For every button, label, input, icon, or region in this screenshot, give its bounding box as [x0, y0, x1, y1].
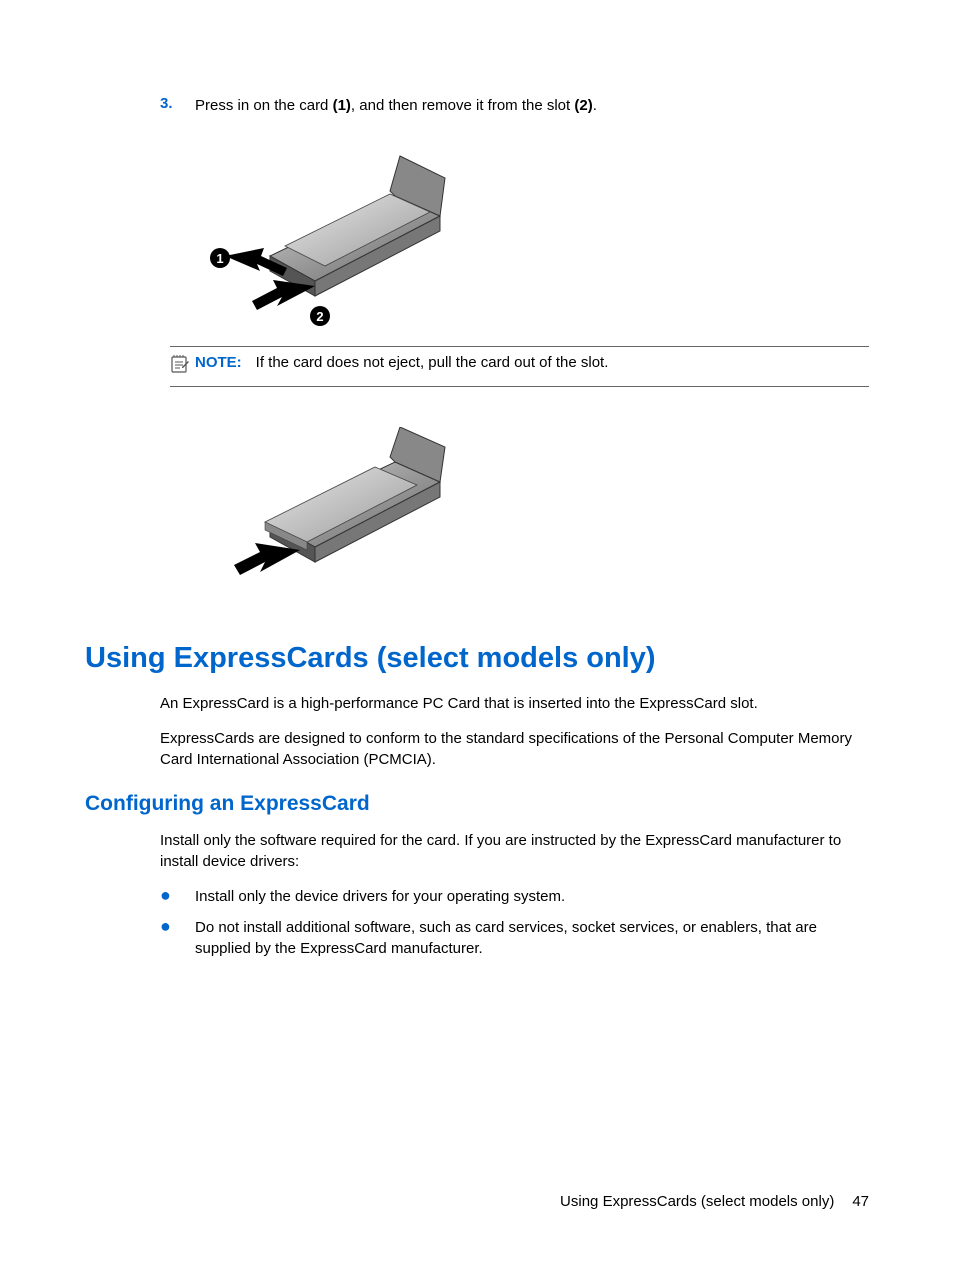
bullet-dot: ●	[160, 886, 195, 907]
step-number: 3.	[160, 95, 195, 116]
page-number: 47	[852, 1193, 869, 1210]
note-label: NOTE:	[195, 354, 242, 371]
footer-text: Using ExpressCards (select models only)	[560, 1193, 834, 1210]
section-heading: Using ExpressCards (select models only)	[85, 642, 869, 675]
step-text: Press in on the card (1), and then remov…	[195, 95, 597, 116]
list-item-text: Install only the device drivers for your…	[195, 886, 565, 907]
section-para-1: An ExpressCard is a high-performance PC …	[160, 693, 869, 714]
illustration-card-pull	[195, 427, 869, 602]
list-item: ● Do not install additional software, su…	[160, 917, 869, 959]
note-box: NOTE: If the card does not eject, pull t…	[170, 346, 869, 387]
subsection-para: Install only the software required for t…	[160, 830, 869, 872]
list-item: ● Install only the device drivers for yo…	[160, 886, 869, 907]
svg-text:2: 2	[316, 309, 323, 324]
page-footer: Using ExpressCards (select models only) …	[560, 1193, 869, 1210]
bullet-list: ● Install only the device drivers for yo…	[160, 886, 869, 959]
note-icon	[170, 354, 192, 379]
subsection-heading: Configuring an ExpressCard	[85, 792, 869, 816]
illustration-card-eject: 1 2	[195, 146, 869, 331]
note-text: If the card does not eject, pull the car…	[256, 354, 609, 371]
svg-text:1: 1	[216, 251, 223, 266]
step-3: 3. Press in on the card (1), and then re…	[160, 95, 869, 116]
bullet-dot: ●	[160, 917, 195, 959]
section-para-2: ExpressCards are designed to conform to …	[160, 728, 869, 770]
list-item-text: Do not install additional software, such…	[195, 917, 869, 959]
